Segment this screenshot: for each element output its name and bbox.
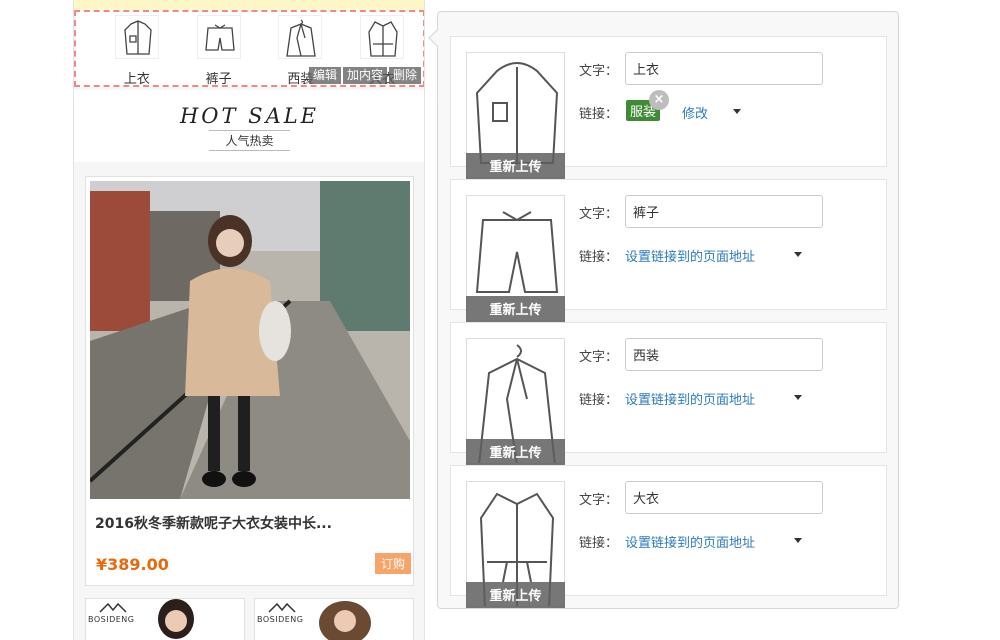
mobile-preview: 上衣 裤子 西装 大衣: [73, 0, 425, 640]
coat-icon: [360, 15, 405, 59]
model-photo: [158, 599, 194, 639]
brand-name: BOSIDENG: [88, 615, 135, 624]
nav-edit-row: 重新上传 文字： 链接： 设置链接到的页面地址: [450, 322, 887, 465]
text-label: 文字：: [579, 64, 619, 79]
reupload-button[interactable]: 重新上传: [466, 296, 565, 322]
link-label: 链接：: [579, 536, 619, 551]
product-photo[interactable]: [90, 181, 410, 499]
nav-item-shorts[interactable]: 裤子: [178, 15, 260, 87]
edit-button[interactable]: 编辑: [308, 67, 341, 84]
remove-tag-icon[interactable]: ×: [649, 90, 669, 110]
chevron-down-icon[interactable]: [794, 252, 802, 257]
hot-sale-title: HOT SALE: [179, 104, 320, 128]
brand-logo-icon: [99, 602, 127, 613]
brand-logo-icon: [268, 602, 296, 613]
link-label: 链接：: [579, 250, 619, 265]
chevron-down-icon[interactable]: [794, 395, 802, 400]
chevron-down-icon[interactable]: [794, 538, 802, 543]
reupload-button[interactable]: 重新上传: [466, 439, 565, 465]
link-label: 链接：: [579, 393, 619, 408]
panel-pointer: [428, 29, 446, 47]
hot-sale-header: HOT SALE 人气热卖: [74, 90, 424, 162]
block-actions: 编辑 加内容 删除: [308, 67, 421, 84]
set-link-button[interactable]: 设置链接到的页面地址: [625, 532, 755, 551]
text-label: 文字：: [579, 350, 619, 365]
text-input[interactable]: [625, 338, 823, 371]
brand-name: BOSIDENG: [257, 615, 304, 624]
jacket-icon: [114, 15, 159, 59]
modify-link-button[interactable]: 修改: [682, 103, 708, 122]
hot-sale-subtitle: 人气热卖: [209, 130, 290, 151]
text-label: 文字：: [579, 493, 619, 508]
suit-icon: [278, 15, 323, 59]
product-card[interactable]: 2016秋冬季新款呢子大衣女装中长... ¥389.00 订购: [85, 176, 414, 586]
product-title[interactable]: 2016秋冬季新款呢子大衣女装中长...: [95, 513, 332, 533]
nav-editor-panel: 重新上传 文字： 链接： 服装 × 修改 重新上传 文字： 链接： 设置链接到的…: [428, 11, 899, 609]
reupload-button[interactable]: 重新上传: [466, 582, 565, 608]
link-label: 链接：: [579, 107, 619, 122]
reupload-button[interactable]: 重新上传: [466, 153, 565, 179]
add-content-button[interactable]: 加内容: [342, 67, 387, 84]
nav-item-label: 上衣: [123, 72, 150, 87]
delete-button[interactable]: 删除: [388, 67, 421, 84]
nav-edit-row: 重新上传 文字： 链接： 设置链接到的页面地址: [450, 179, 887, 322]
nav-item-jacket[interactable]: 上衣: [96, 15, 178, 87]
mini-product-card[interactable]: BOSIDENG: [254, 598, 414, 640]
order-button[interactable]: 订购: [374, 553, 411, 574]
text-input[interactable]: [625, 195, 823, 228]
set-link-button[interactable]: 设置链接到的页面地址: [625, 246, 755, 265]
text-label: 文字：: [579, 207, 619, 222]
nav-edit-row: 重新上传 文字： 链接： 服装 × 修改: [450, 36, 887, 179]
category-nav-block[interactable]: 上衣 裤子 西装 大衣: [74, 10, 424, 87]
top-strip: [74, 0, 424, 10]
text-input[interactable]: [625, 481, 823, 514]
model-photo: [319, 601, 371, 640]
nav-edit-row: 重新上传 文字： 链接： 设置链接到的页面地址: [450, 465, 887, 608]
chevron-down-icon[interactable]: [733, 109, 741, 114]
text-input[interactable]: [625, 52, 823, 85]
product-price: ¥389.00: [96, 555, 169, 574]
shorts-icon: [196, 15, 241, 59]
set-link-button[interactable]: 设置链接到的页面地址: [625, 389, 755, 408]
page: 上衣 裤子 西装 大衣: [0, 0, 1000, 640]
nav-item-label: 裤子: [205, 72, 232, 87]
mini-product-card[interactable]: BOSIDENG: [85, 598, 245, 640]
